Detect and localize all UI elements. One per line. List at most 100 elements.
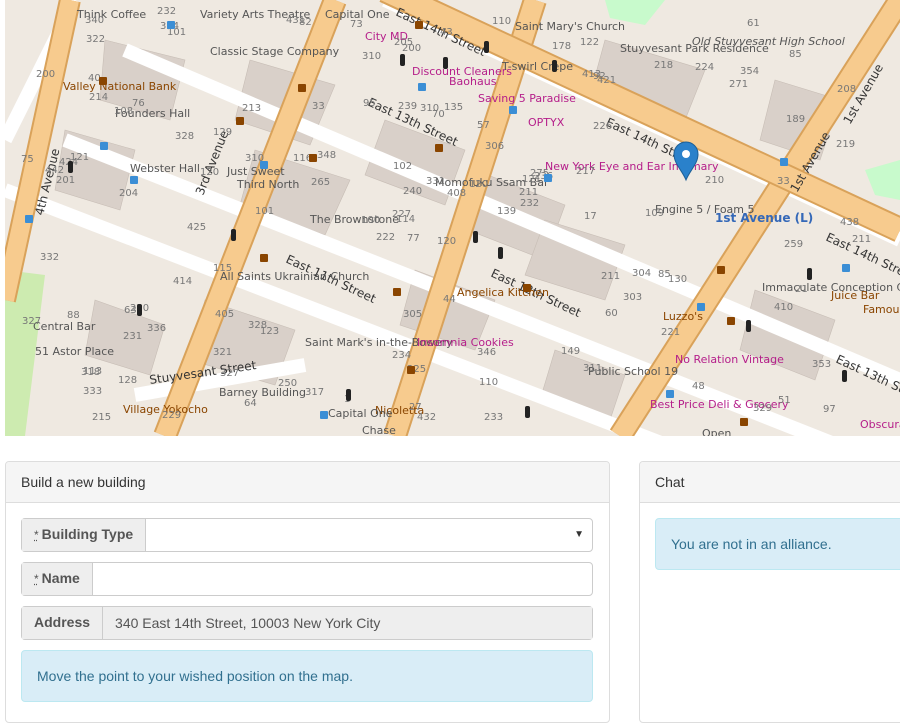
name-input[interactable] — [93, 563, 592, 595]
house-number: 43 — [440, 27, 453, 38]
house-number: 222 — [376, 232, 395, 243]
build-panel-title: Build a new building — [6, 462, 609, 503]
house-number: 75 — [21, 154, 34, 165]
house-number: 178 — [552, 41, 571, 52]
hint-alert: Move the point to your wished position o… — [21, 650, 593, 702]
house-number: 354 — [740, 66, 759, 77]
traffic-signal-icon — [525, 406, 530, 418]
house-number: 213 — [242, 103, 261, 114]
house-number: 204 — [119, 188, 138, 199]
restaurant-icon — [236, 117, 244, 125]
house-number: 408 — [447, 188, 466, 199]
house-number: 317 — [305, 387, 324, 398]
restaurant-icon — [99, 77, 107, 85]
house-number: 100 — [361, 215, 380, 226]
house-number: 318 — [81, 367, 100, 378]
house-number: 77 — [407, 233, 420, 244]
house-number: 76 — [132, 98, 145, 109]
house-number: 328 — [248, 320, 267, 331]
bicycle-parking-icon — [780, 158, 788, 166]
house-number: 33 — [312, 101, 325, 112]
house-number: 82 — [299, 17, 312, 28]
house-number: 305 — [403, 309, 422, 320]
poi-label: Open — [702, 427, 731, 436]
house-number: 17 — [584, 211, 597, 222]
house-number: 115 — [213, 263, 232, 274]
house-number: 328 — [175, 131, 194, 142]
house-number: 442 — [45, 165, 64, 176]
poi-label: Saint Mary's Church — [515, 20, 625, 33]
building-type-select[interactable]: ▼ — [146, 519, 592, 551]
bicycle-parking-icon — [25, 215, 33, 223]
house-number: 217 — [576, 166, 595, 177]
poi-label: Famous 99 Cent Pizza — [863, 303, 900, 316]
traffic-signal-icon — [231, 229, 236, 241]
house-number: 405 — [215, 309, 234, 320]
house-number: 205 — [394, 37, 413, 48]
poi-label: The Brownstone — [309, 213, 399, 226]
bicycle-parking-icon — [260, 161, 268, 169]
house-number: 70 — [432, 109, 445, 120]
house-number: 214 — [89, 92, 108, 103]
house-number: 85 — [789, 49, 802, 60]
map-view[interactable]: East 14th Street East 14th Street East 1… — [5, 0, 900, 436]
house-number: 227 — [392, 209, 411, 220]
house-number: 130 — [668, 274, 687, 285]
house-number: 88 — [67, 310, 80, 321]
chevron-down-icon: ▼ — [574, 519, 584, 551]
house-number: 73 — [350, 19, 363, 30]
building-type-label: * Building Type — [22, 519, 146, 551]
bicycle-parking-icon — [509, 106, 517, 114]
house-number: 61 — [747, 18, 760, 29]
address-label: Address — [22, 607, 103, 639]
house-number: 109 — [645, 208, 664, 219]
traffic-signal-icon — [842, 370, 847, 382]
poi-label: Juice Bar — [830, 289, 880, 302]
poi-label: All Saints Ukrainian Church — [220, 270, 369, 283]
house-number: 233 — [484, 412, 503, 423]
bicycle-parking-icon — [544, 174, 552, 182]
house-number: 332 — [40, 252, 59, 263]
poi-label: Webster Hall — [130, 162, 200, 175]
house-number: 219 — [836, 139, 855, 150]
house-number: 215 — [92, 412, 111, 423]
house-number: 33 — [777, 176, 790, 187]
house-number: 425 — [187, 222, 206, 233]
building-type-row: * Building Type ▼ — [21, 518, 593, 552]
house-number: 40 — [88, 73, 101, 84]
poi-label: Engine 5 / Foam 5 — [655, 203, 755, 216]
traffic-signal-icon — [346, 389, 351, 401]
name-row: * Name — [21, 562, 593, 596]
house-number: 51 — [778, 395, 791, 406]
house-number: 250 — [278, 378, 297, 389]
house-number: 232 — [520, 198, 539, 209]
house-number: 265 — [311, 177, 330, 188]
house-number: 232 — [157, 6, 176, 17]
house-number: 414 — [173, 276, 192, 287]
bicycle-parking-icon — [666, 390, 674, 398]
house-number: 234 — [392, 350, 411, 361]
house-number: 97 — [823, 404, 836, 415]
house-number: 348 — [317, 150, 336, 161]
poi-label: Insomnia Cookies — [417, 336, 514, 349]
bicycle-parking-icon — [130, 176, 138, 184]
house-number: 139 — [497, 206, 516, 217]
poi-label: Luzzo's — [663, 310, 703, 323]
traffic-signal-icon — [498, 247, 503, 259]
restaurant-icon — [435, 144, 443, 152]
house-number: 120 — [469, 179, 488, 190]
poi-label: Just Sweet — [226, 165, 285, 178]
traffic-signal-icon — [807, 268, 812, 280]
house-number: 221 — [661, 327, 680, 338]
poi-label: Baohaus — [449, 75, 497, 88]
house-number: 311 — [583, 363, 602, 374]
chat-panel-title: Chat — [640, 462, 900, 503]
restaurant-icon — [717, 266, 725, 274]
house-number: 306 — [485, 141, 504, 152]
house-number: 224 — [695, 62, 714, 73]
poi-label: Third North — [236, 178, 299, 191]
house-number: 226 — [593, 121, 612, 132]
house-number: 340 — [85, 15, 104, 26]
house-number: 432 — [417, 412, 436, 423]
name-label: * Name — [22, 563, 93, 595]
